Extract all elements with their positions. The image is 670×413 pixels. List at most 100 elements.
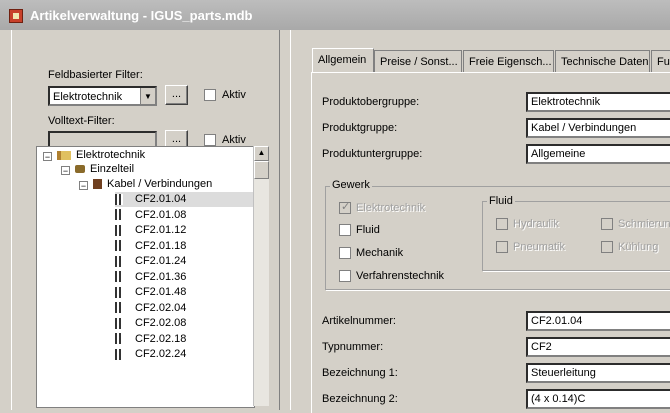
bezeichnung1-value: Steuerleitung — [531, 367, 596, 379]
chevron-down-icon[interactable]: ▼ — [140, 88, 155, 104]
cable-icon — [115, 209, 123, 221]
tree-item[interactable]: CF2.01.48 — [115, 285, 254, 300]
tree-node-root-label: Elektrotechnik — [76, 149, 146, 161]
bezeichnung2-label: Bezeichnung 2: — [322, 393, 398, 405]
tree-item-label: CF2.01.18 — [135, 239, 187, 252]
verfahrenstechnik-checkbox[interactable] — [339, 270, 351, 282]
tree-node-root[interactable]: Elektrotechnik — [57, 148, 145, 163]
artikelnummer-label: Artikelnummer: — [322, 315, 396, 327]
artikelnummer-field[interactable]: CF2.01.04 — [526, 311, 670, 331]
cable-icon — [115, 348, 123, 360]
produktuntergruppe-label: Produktuntergruppe: — [322, 148, 423, 160]
produktobergruppe-value: Elektrotechnik — [531, 96, 601, 108]
cable-group-icon — [93, 179, 102, 190]
tree-scrollbar[interactable]: ▲ — [253, 146, 269, 406]
gewerk-group-title: Gewerk — [330, 179, 372, 191]
pneumatik-label: Pneumatik — [513, 241, 565, 253]
produktgruppe-label: Produktgruppe: — [322, 122, 398, 134]
schmierung-checkbox — [601, 218, 613, 230]
tree-item[interactable]: CF2.01.08 — [115, 208, 254, 223]
fluid-checkbox[interactable] — [339, 224, 351, 236]
schmierung-label: Schmierung — [618, 218, 670, 230]
fluid-group — [482, 201, 670, 271]
typnummer-field[interactable]: CF2 — [526, 337, 670, 357]
mechanik-label: Mechanik — [356, 247, 404, 259]
collapse-icon[interactable]: − — [79, 181, 88, 191]
cable-icon — [115, 333, 123, 345]
produktuntergruppe-value: Allgemeine — [531, 148, 586, 160]
parts-icon — [75, 165, 85, 174]
kuehlung-label: Kühlung — [618, 241, 659, 253]
tree-item-label: CF2.02.04 — [135, 301, 187, 314]
tree-item-label: CF2.01.08 — [135, 208, 187, 221]
field-filter-combo[interactable]: Elektrotechnik ▼ — [48, 86, 157, 106]
tab-technische-daten[interactable]: Technische Daten — [555, 50, 650, 72]
produktgruppe-field[interactable]: Kabel / Verbindungen — [526, 118, 670, 138]
tree-item-label: CF2.02.08 — [135, 317, 187, 329]
tab-allgemein[interactable]: Allgemein — [312, 48, 374, 73]
fulltext-filter-active-label: Aktiv — [222, 134, 246, 146]
mechanik-checkbox[interactable] — [339, 247, 351, 259]
category-folder-icon — [57, 150, 71, 160]
scroll-up-icon[interactable]: ▲ — [254, 146, 269, 161]
tree-node-level1-label: Einzelteil — [90, 163, 135, 175]
tree-item[interactable]: CF2.01.04 — [115, 192, 254, 207]
tree-node-level2-label: Kabel / Verbindungen — [107, 178, 213, 190]
field-filter-active-checkbox[interactable] — [204, 89, 216, 101]
tree-item[interactable]: CF2.01.36 — [115, 270, 254, 285]
tree-node-level2[interactable]: Kabel / Verbindungen — [93, 177, 212, 192]
bezeichnung1-label: Bezeichnung 1: — [322, 367, 398, 379]
tree-item[interactable]: CF2.02.18 — [115, 332, 254, 347]
tree-item[interactable]: CF2.02.24 — [115, 347, 254, 362]
cable-icon — [115, 224, 123, 236]
category-tree[interactable]: − Elektrotechnik − Einzelteil − Kabel / … — [36, 146, 255, 408]
tree-item-label: CF2.01.12 — [135, 224, 187, 236]
collapse-icon[interactable]: − — [61, 166, 70, 176]
tree-item[interactable]: CF2.02.08 — [115, 316, 254, 331]
scroll-thumb[interactable] — [254, 161, 269, 179]
kuehlung-checkbox — [601, 241, 613, 253]
tree-item[interactable]: CF2.02.04 — [115, 301, 254, 316]
tab-freie-eigenschaften[interactable]: Freie Eigensch... — [463, 50, 554, 72]
window-title: Artikelverwaltung - IGUS_parts.mdb — [30, 8, 253, 23]
hydraulik-checkbox — [496, 218, 508, 230]
bezeichnung1-field[interactable]: Steuerleitung — [526, 363, 670, 383]
fulltext-filter-active-checkbox[interactable] — [204, 134, 216, 146]
collapse-icon[interactable]: − — [43, 152, 52, 162]
tree-item-label: CF2.02.24 — [135, 348, 187, 360]
tree-item[interactable]: CF2.01.24 — [115, 254, 254, 269]
tree-node-level1[interactable]: Einzelteil — [75, 162, 134, 177]
bezeichnung2-field[interactable]: (4 x 0.14)C — [526, 389, 670, 409]
cable-icon — [115, 286, 123, 298]
field-filter-label: Feldbasierter Filter: — [48, 69, 143, 81]
produktgruppe-value: Kabel / Verbindungen — [531, 122, 637, 134]
elektrotechnik-checkbox: ✓ — [339, 201, 351, 214]
pneumatik-checkbox — [496, 241, 508, 253]
title-bar: Artikelverwaltung - IGUS_parts.mdb — [0, 0, 670, 30]
tree-item[interactable]: CF2.01.18 — [115, 239, 254, 254]
field-filter-browse-button[interactable]: ... — [165, 85, 188, 105]
bezeichnung2-value: (4 x 0.14)C — [531, 393, 586, 405]
tree-item-label: CF2.01.36 — [135, 270, 187, 283]
cable-icon — [115, 193, 123, 205]
pane-splitter[interactable] — [279, 30, 291, 410]
tab-more[interactable]: Fu — [651, 50, 670, 72]
produktuntergruppe-field[interactable]: Allgemeine — [526, 144, 670, 164]
cable-icon — [115, 240, 123, 252]
produktobergruppe-field[interactable]: Elektrotechnik — [526, 92, 670, 112]
tree-item-label: CF2.01.48 — [135, 286, 187, 298]
field-filter-active-label: Aktiv — [222, 89, 246, 101]
fluid-label: Fluid — [356, 224, 380, 236]
tab-preise[interactable]: Preise / Sonst... — [374, 50, 462, 72]
cable-icon — [115, 271, 123, 283]
typnummer-value: CF2 — [531, 341, 552, 353]
tree-item-label: CF2.01.24 — [135, 255, 187, 267]
typnummer-label: Typnummer: — [322, 341, 384, 353]
artikelnummer-value: CF2.01.04 — [531, 315, 583, 327]
fluid-group-title: Fluid — [487, 195, 515, 207]
elektrotechnik-label: Elektrotechnik — [356, 202, 426, 214]
cable-icon — [115, 255, 123, 267]
produktobergruppe-label: Produktobergruppe: — [322, 96, 420, 108]
tree-item[interactable]: CF2.01.12 — [115, 223, 254, 238]
cable-icon — [115, 317, 123, 329]
